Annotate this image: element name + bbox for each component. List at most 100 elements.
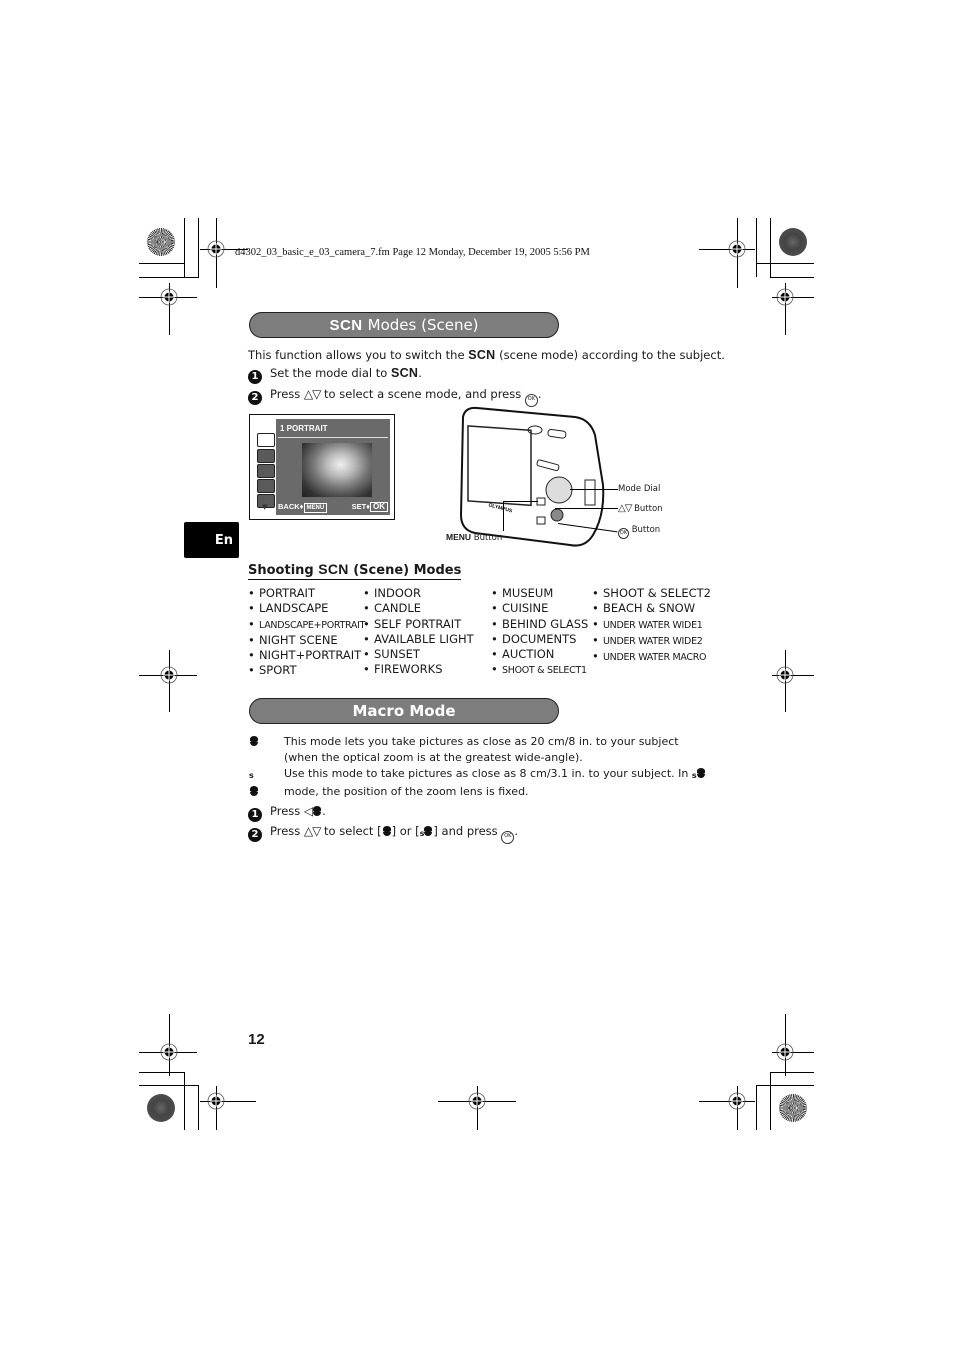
description-text: Use this mode to take pictures as close … xyxy=(284,767,692,780)
intro-text: This function allows you to switch the xyxy=(248,348,469,362)
macro-flower-icon xyxy=(312,806,322,816)
step-number-icon: 1 xyxy=(248,370,262,384)
registration-mark-icon xyxy=(727,239,747,259)
crop-line xyxy=(756,263,814,264)
color-target-icon xyxy=(147,1094,175,1122)
color-target-icon xyxy=(779,228,807,256)
lcd-back-hint: BACK♦ MENU xyxy=(278,501,328,513)
leader-line xyxy=(503,501,504,531)
menu-button-callout: MENU Button xyxy=(446,532,502,543)
list-item: • SELF PORTRAIT xyxy=(363,616,462,631)
step-number-icon: 2 xyxy=(248,828,262,842)
registration-mark-icon xyxy=(775,1042,795,1062)
step-text: . xyxy=(514,824,518,838)
scene-mode-list-col-2: • INDOOR • CANDLE • SELF PORTRAIT • AVAILABL… xyxy=(363,586,474,678)
ok-func-button-icon: OK xyxy=(618,528,629,539)
page-number: 12 xyxy=(248,1031,265,1048)
crop-line xyxy=(184,218,185,277)
color-target-icon xyxy=(779,1094,807,1122)
scn-icon: SCN xyxy=(329,316,363,334)
callout-text: Button xyxy=(634,504,663,514)
night-scene-mode-icon xyxy=(257,479,275,493)
registration-mark-icon xyxy=(159,1042,179,1062)
crop-line xyxy=(139,277,199,278)
step-text: . xyxy=(322,804,326,818)
lcd-divider xyxy=(278,437,388,438)
list-item: • SHOOT & SELECT1 xyxy=(491,662,587,677)
left-arrow-icon: ◁ xyxy=(303,804,313,818)
macro-section-heading: Macro Mode xyxy=(249,698,559,724)
scn-step-2: 2 Press △▽ to select a scene mode, and pr… xyxy=(248,387,542,407)
step-number-icon: 2 xyxy=(248,391,262,405)
crop-line xyxy=(198,218,199,277)
crop-line xyxy=(770,1072,814,1073)
crop-line xyxy=(756,218,757,277)
macro-step-1: 1 Press ◁. xyxy=(248,804,326,822)
macro-step-2: 2 Press △▽ to select [] or [s] and press … xyxy=(248,824,518,844)
camera-illustration: OLYMPUS xyxy=(459,406,605,547)
crop-line xyxy=(770,218,771,277)
list-item: • LANDSCAPE xyxy=(248,601,329,616)
up-down-arrow-icon: △▽ xyxy=(303,824,321,838)
up-down-arrow-icon: △▽ xyxy=(303,387,321,401)
up-down-arrow-icon: △▽ xyxy=(618,503,632,514)
lcd-screen-figure: ▼ 1 PORTRAIT BACK♦ MENU SET♦ OK xyxy=(249,414,395,520)
leader-line xyxy=(570,489,618,490)
crop-line xyxy=(139,263,185,264)
step-text: . xyxy=(418,366,422,380)
list-item: • UNDER WATER WIDE1 xyxy=(592,616,703,631)
camera-figure: OLYMPUS xyxy=(455,405,618,550)
leader-line xyxy=(555,508,618,509)
shooting-modes-heading: Shooting SCN (Scene) Modes xyxy=(248,561,462,580)
step-text: Set the mode dial to xyxy=(270,366,391,380)
registration-mark-icon xyxy=(727,1091,747,1111)
registration-mark-icon xyxy=(159,287,179,307)
ok-key-icon: OK xyxy=(370,502,388,512)
landscape-mode-icon xyxy=(257,449,275,463)
list-item: • NIGHT SCENE xyxy=(248,632,338,647)
mode-dial-callout: Mode Dial xyxy=(618,484,661,494)
list-item: • DOCUMENTS xyxy=(491,631,577,646)
list-item: • LANDSCAPE+PORTRAIT xyxy=(248,616,366,631)
list-item: • BEACH & SNOW xyxy=(592,601,696,616)
crop-line xyxy=(770,1072,771,1130)
step-text: ] and press xyxy=(433,824,502,838)
callout-text: Button xyxy=(631,525,661,535)
lcd-set-hint: SET♦ OK xyxy=(352,502,388,512)
portrait-mode-icon xyxy=(257,433,275,447)
scn-icon: SCN xyxy=(318,561,349,577)
heading-text: (Scene) Modes xyxy=(348,563,462,578)
leader-line xyxy=(503,501,538,502)
list-item: • FIREWORKS xyxy=(363,662,443,677)
landscape-portrait-mode-icon xyxy=(257,464,275,478)
step-text: to select a scene mode, and press xyxy=(320,387,525,401)
macro-flower-icon xyxy=(382,826,392,836)
crop-line xyxy=(198,1085,199,1130)
step-text: to select [ xyxy=(320,824,382,838)
step-text: Press xyxy=(270,804,304,818)
scn-intro: This function allows you to switch the S… xyxy=(248,348,725,362)
back-label: BACK♦ xyxy=(278,501,304,511)
description-text: mode, the position of the zoom lens is f… xyxy=(284,785,529,798)
crop-line xyxy=(770,277,814,278)
registration-mark-icon xyxy=(206,1091,226,1111)
list-item: • AVAILABLE LIGHT xyxy=(363,631,474,646)
crop-line xyxy=(139,1072,185,1073)
crop-line xyxy=(184,1072,185,1130)
list-item: • CANDLE xyxy=(363,601,422,616)
list-item: • NIGHT+PORTRAIT xyxy=(248,648,362,663)
callout-text: Button xyxy=(473,533,503,543)
step-number-icon: 1 xyxy=(248,808,262,822)
crop-line xyxy=(139,1085,199,1086)
language-tab: En xyxy=(184,522,239,558)
registration-mark-icon xyxy=(467,1091,487,1111)
super-macro-icon: s xyxy=(249,766,259,800)
lcd-mode-title: 1 PORTRAIT xyxy=(280,424,328,433)
list-item: • SPORT xyxy=(248,663,297,678)
scn-step-1: 1 Set the mode dial to SCN. xyxy=(248,366,422,384)
registration-mark-icon xyxy=(206,239,226,259)
color-target-icon xyxy=(147,228,175,256)
list-item: • UNDER WATER MACRO xyxy=(592,649,707,664)
set-label: SET♦ xyxy=(351,502,370,511)
lcd-mode-icon-strip: ▼ xyxy=(254,419,276,515)
